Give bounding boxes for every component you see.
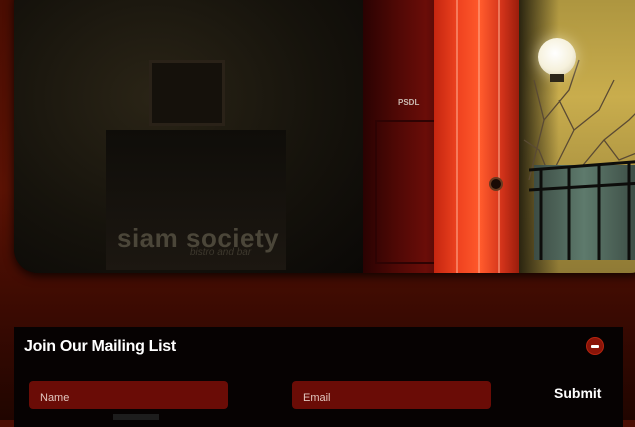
name-field[interactable] (29, 381, 228, 409)
door-handle-icon (489, 177, 503, 191)
email-field[interactable] (292, 381, 491, 409)
photo-lamp-base (550, 74, 564, 82)
photo-door-panel (375, 120, 443, 264)
photo-open-door (434, 0, 519, 273)
mailing-list-title: Join Our Mailing List (24, 338, 176, 355)
photo-sign-subtext: bistro and bar (190, 247, 252, 258)
hero-photo: siam society bistro and bar PSDL (14, 0, 635, 273)
bottom-divider (113, 414, 159, 420)
minus-circle-icon[interactable] (586, 337, 604, 355)
mailing-list-panel: Join Our Mailing List Submit (14, 327, 623, 427)
photo-door-label: PSDL (398, 98, 420, 107)
photo-lamp (538, 38, 576, 76)
submit-button[interactable]: Submit (554, 385, 601, 401)
photo-wall-frame (149, 60, 225, 126)
photo-railing (529, 160, 635, 260)
